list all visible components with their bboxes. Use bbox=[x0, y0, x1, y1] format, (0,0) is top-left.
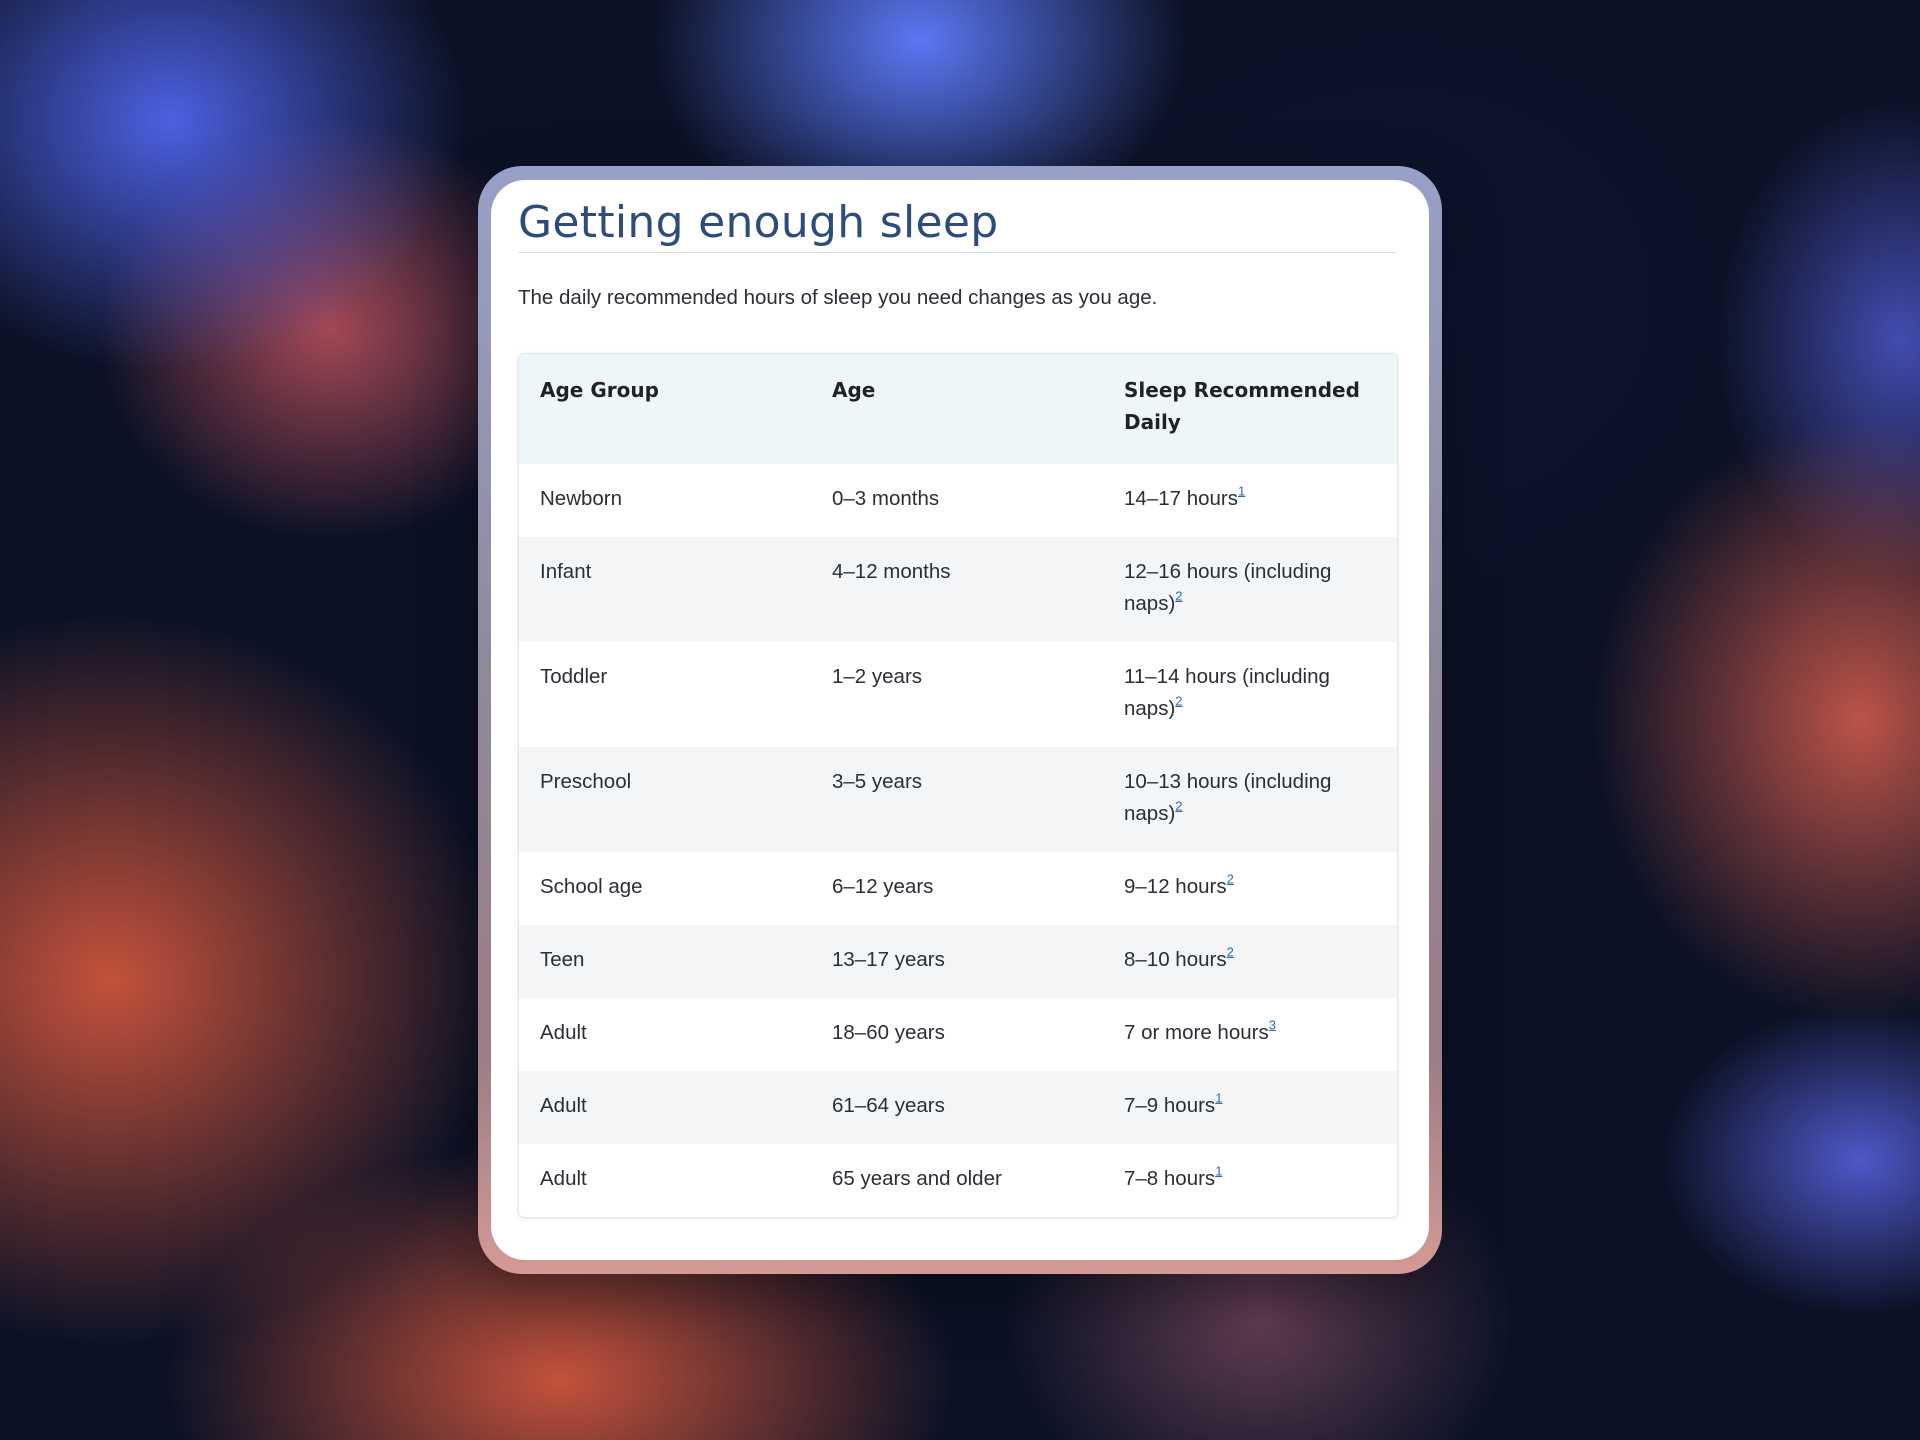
sleep-value: 10–13 hours (including naps) bbox=[1124, 770, 1332, 825]
sleep-cell: 7–9 hours1 bbox=[1103, 1071, 1397, 1144]
age-group-cell: School age bbox=[540, 875, 643, 898]
age-group-cell: Adult bbox=[540, 1021, 587, 1044]
page-title: Getting enough sleep bbox=[518, 197, 999, 248]
sleep-recommendation-table: Age Group Age Sleep Recommended Daily Ne… bbox=[519, 354, 1397, 1217]
footnote-link[interactable]: 2 bbox=[1227, 944, 1234, 959]
sleep-cell: 11–14 hours (including naps)2 bbox=[1103, 642, 1397, 747]
footnote-link[interactable]: 2 bbox=[1227, 871, 1234, 886]
age-cell: 0–3 months bbox=[832, 487, 940, 510]
sleep-value: 11–14 hours (including naps) bbox=[1124, 665, 1330, 720]
column-header-age-group: Age Group bbox=[540, 378, 659, 402]
age-group-cell: Adult bbox=[540, 1167, 587, 1190]
table-row: Adult 65 years and older 7–8 hours1 bbox=[519, 1144, 1397, 1217]
sleep-cell: 9–12 hours2 bbox=[1103, 852, 1397, 925]
age-group-cell: Newborn bbox=[540, 487, 623, 510]
table-row: Teen 13–17 years 8–10 hours2 bbox=[519, 925, 1397, 998]
age-cell: 6–12 years bbox=[832, 875, 934, 898]
sleep-value: 8–10 hours bbox=[1124, 948, 1227, 971]
sleep-cell: 14–17 hours1 bbox=[1103, 464, 1397, 537]
age-group-cell: Preschool bbox=[540, 770, 632, 793]
footnote-link[interactable]: 1 bbox=[1238, 483, 1245, 498]
sleep-value: 14–17 hours bbox=[1124, 487, 1238, 510]
column-header-age: Age bbox=[832, 378, 876, 402]
table-row: Infant 4–12 months 12–16 hours (includin… bbox=[519, 537, 1397, 642]
sleep-value: 7–8 hours bbox=[1124, 1167, 1216, 1190]
table-row: School age 6–12 years 9–12 hours2 bbox=[519, 852, 1397, 925]
table-header-row: Age Group Age Sleep Recommended Daily bbox=[519, 354, 1397, 464]
age-cell: 13–17 years bbox=[832, 948, 945, 971]
footnote-link[interactable]: 2 bbox=[1175, 798, 1182, 813]
sleep-cell: 8–10 hours2 bbox=[1103, 925, 1397, 998]
table-row: Newborn 0–3 months 14–17 hours1 bbox=[519, 464, 1397, 537]
content-card: Getting enough sleep The daily recommend… bbox=[491, 180, 1429, 1260]
age-group-cell: Adult bbox=[540, 1094, 587, 1117]
sleep-cell: 7–8 hours1 bbox=[1103, 1144, 1397, 1217]
table-row: Adult 61–64 years 7–9 hours1 bbox=[519, 1071, 1397, 1144]
age-cell: 61–64 years bbox=[832, 1094, 945, 1117]
column-header-sleep-recommended: Sleep Recommended Daily bbox=[1124, 378, 1360, 434]
age-cell: 65 years and older bbox=[832, 1167, 1002, 1190]
age-cell: 3–5 years bbox=[832, 770, 923, 793]
footnote-link[interactable]: 1 bbox=[1215, 1090, 1222, 1105]
footnote-link[interactable]: 3 bbox=[1269, 1017, 1276, 1032]
age-group-cell: Infant bbox=[540, 560, 592, 583]
table-row: Adult 18–60 years 7 or more hours3 bbox=[519, 998, 1397, 1071]
sleep-cell: 7 or more hours3 bbox=[1103, 998, 1397, 1071]
footnote-link[interactable]: 2 bbox=[1175, 693, 1182, 708]
age-cell: 1–2 years bbox=[832, 665, 923, 688]
footnote-link[interactable]: 1 bbox=[1215, 1163, 1222, 1178]
table-row: Toddler 1–2 years 11–14 hours (including… bbox=[519, 642, 1397, 747]
intro-text: The daily recommended hours of sleep you… bbox=[518, 286, 1158, 309]
card-content: Getting enough sleep The daily recommend… bbox=[518, 180, 1398, 1218]
sleep-value: 7–9 hours bbox=[1124, 1094, 1216, 1117]
title-divider bbox=[518, 252, 1396, 253]
sleep-value: 7 or more hours bbox=[1124, 1021, 1269, 1044]
sleep-table-container: Age Group Age Sleep Recommended Daily Ne… bbox=[518, 353, 1398, 1218]
age-cell: 18–60 years bbox=[832, 1021, 945, 1044]
sleep-value: 12–16 hours (including naps) bbox=[1124, 560, 1332, 615]
sleep-cell: 12–16 hours (including naps)2 bbox=[1103, 537, 1397, 642]
age-cell: 4–12 months bbox=[832, 560, 951, 583]
footnote-link[interactable]: 2 bbox=[1175, 588, 1182, 603]
table-row: Preschool 3–5 years 10–13 hours (includi… bbox=[519, 747, 1397, 852]
age-group-cell: Teen bbox=[540, 948, 585, 971]
sleep-value: 9–12 hours bbox=[1124, 875, 1227, 898]
age-group-cell: Toddler bbox=[540, 665, 608, 688]
sleep-cell: 10–13 hours (including naps)2 bbox=[1103, 747, 1397, 852]
